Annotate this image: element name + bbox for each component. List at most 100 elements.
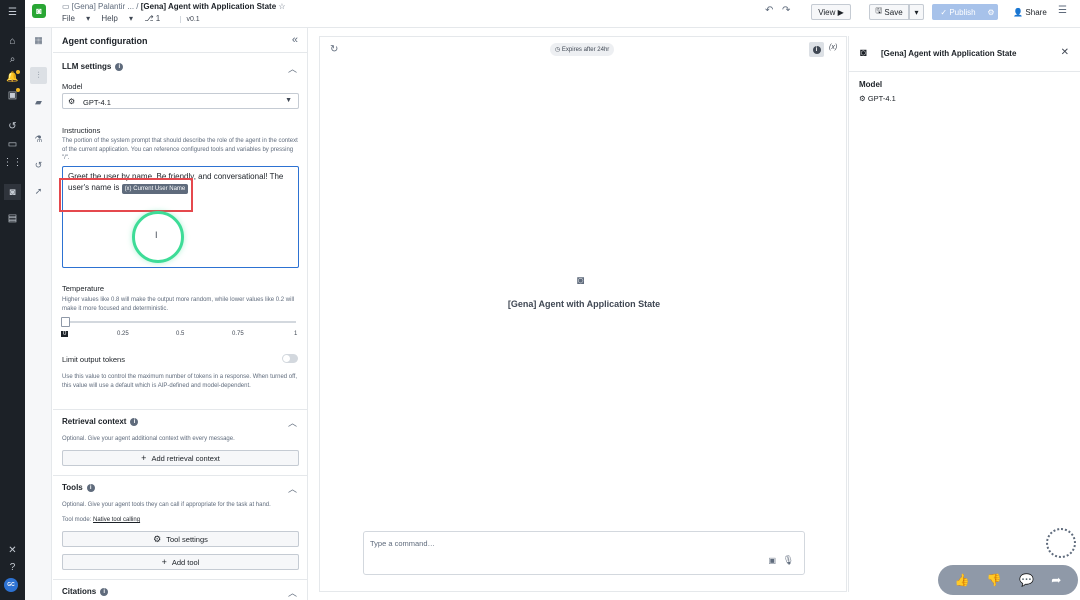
deploy-icon[interactable]: ➚ <box>30 183 47 200</box>
version-label: v0.1 <box>180 16 200 23</box>
robot-icon: ◙ <box>577 273 585 287</box>
notifications-icon[interactable]: 🔔 <box>4 69 21 85</box>
section-divider <box>53 579 307 580</box>
grid-icon[interactable]: ⋮⋮ <box>3 154 23 170</box>
temperature-tick: 1 <box>294 331 298 337</box>
configuration-icon[interactable]: ⫶ <box>30 67 47 84</box>
publish-label: Publish <box>949 7 976 17</box>
tools-title: Tools <box>62 483 83 492</box>
command-input[interactable]: Type a command… ▣ 🎙 <box>363 531 805 575</box>
menu-file[interactable]: File ▾ <box>62 14 90 23</box>
info-icon[interactable]: i <box>100 587 109 596</box>
editor-tool-rail: ▦ ⫶ ▰ ⚗ ↺ ➚ <box>25 28 52 600</box>
save-button[interactable]: 🖫 Save <box>869 4 909 20</box>
tool-mode-prefix: Tool mode: <box>62 517 92 523</box>
apps-icon[interactable]: ▣ <box>4 87 21 103</box>
plus-icon: + <box>161 557 167 567</box>
citations-header[interactable]: Citations i <box>62 587 109 596</box>
limit-tokens-label: Limit output tokens <box>62 355 125 364</box>
plus-icon: + <box>141 453 147 463</box>
tool-mode-value[interactable]: Native tool calling <box>93 517 140 523</box>
overview-icon[interactable]: ▦ <box>30 32 47 49</box>
star-icon[interactable]: ☆ <box>278 2 285 11</box>
highlight-annotation <box>59 178 193 212</box>
home-icon[interactable]: ⌂ <box>4 33 21 49</box>
variables-button[interactable]: (x) <box>829 44 837 51</box>
menu-help[interactable]: Help ▾ <box>101 14 133 23</box>
chevron-up-icon[interactable]: ︿ <box>288 416 297 429</box>
chevron-up-icon[interactable]: ︿ <box>288 62 297 75</box>
tool-mode: Tool mode: Native tool calling <box>62 516 302 525</box>
history-icon[interactable]: ↺ <box>30 157 47 174</box>
document-title[interactable]: [Gena] Agent with Application State <box>141 2 276 11</box>
collapse-panel-icon[interactable]: « <box>292 34 298 46</box>
llm-settings-title: LLM settings <box>62 62 112 71</box>
session-expiry-badge: ◷ Expires after 24hr <box>550 43 615 56</box>
apps-dot <box>16 88 20 92</box>
chevron-up-icon[interactable]: ︿ <box>288 586 297 599</box>
evals-icon[interactable]: ⚗ <box>30 131 47 148</box>
temperature-tick: 0 <box>61 331 69 337</box>
comment-icon[interactable]: 💬 <box>1019 573 1034 587</box>
publish-settings-button[interactable]: ⚙ <box>984 4 998 20</box>
help-icon[interactable]: ? <box>4 559 21 575</box>
image-icon[interactable]: ▣ <box>768 556 776 565</box>
info-model-label: Model <box>859 80 883 89</box>
refresh-icon[interactable]: ↻ <box>330 44 338 55</box>
history-icon[interactable]: ↺ <box>4 118 21 134</box>
save-options-button[interactable]: ▾ <box>909 4 924 20</box>
share-label: Share <box>1025 7 1047 17</box>
agent-name: [Gena] Agent with Application State <box>507 299 661 309</box>
breadcrumb: ▭ [Gena] Palantir ... / [Gena] Agent wit… <box>62 2 286 11</box>
info-panel-title: [Gena] Agent with Application State <box>881 49 1017 58</box>
agent-studio-icon[interactable]: ◙ <box>4 184 21 200</box>
menu-icon[interactable]: ☰ <box>4 4 21 20</box>
list-icon[interactable]: ☰ <box>1058 5 1067 16</box>
palantir-icon[interactable]: ✕ <box>4 542 21 558</box>
info-icon[interactable]: i <box>130 417 139 426</box>
config-title: Agent configuration <box>62 36 148 46</box>
view-label: View <box>818 7 836 17</box>
chat-icon[interactable]: ▰ <box>30 94 47 111</box>
folder-icon[interactable]: ▭ <box>4 136 21 152</box>
tools-header[interactable]: Tools i <box>62 483 95 492</box>
projects-icon[interactable]: ▤ <box>4 210 21 226</box>
notification-dot <box>16 70 20 74</box>
menu-bar: File ▾ Help ▾ ⎇ 1 v0.1 <box>62 14 209 23</box>
limit-tokens-toggle[interactable] <box>282 354 298 363</box>
info-icon: i <box>812 45 821 54</box>
search-icon[interactable]: ⌕ <box>4 51 21 67</box>
temperature-slider-track[interactable] <box>65 321 296 323</box>
breadcrumb-folder[interactable]: [Gena] Palantir ... <box>72 2 134 11</box>
tool-settings-button[interactable]: ⚙ Tool settings <box>62 531 299 547</box>
info-icon[interactable]: i <box>86 483 95 492</box>
agent-app-logo: ◙ <box>32 4 46 18</box>
add-retrieval-context-button[interactable]: + Add retrieval context <box>62 450 299 466</box>
chevron-up-icon[interactable]: ︿ <box>288 482 297 495</box>
info-icon[interactable]: i <box>115 62 124 71</box>
publish-button[interactable]: ✓ Publish <box>932 4 984 20</box>
thumbs-up-icon[interactable]: 👍 <box>955 573 970 587</box>
info-button[interactable]: i <box>809 42 824 57</box>
check-icon: ✓ <box>940 7 948 17</box>
expires-label: Expires after 24hr <box>561 46 610 53</box>
microphone-icon[interactable]: 🎙 <box>783 555 794 566</box>
llm-settings-header[interactable]: LLM settings i <box>62 62 124 71</box>
model-select-value: GPT-4.1 <box>83 98 111 107</box>
share-arrow-icon[interactable]: ➦ <box>1051 573 1061 587</box>
add-tool-button[interactable]: + Add tool <box>62 554 299 570</box>
thumbs-down-icon[interactable]: 👎 <box>987 573 1002 587</box>
model-select[interactable]: ⚙ GPT-4.1 ▼ <box>62 93 299 109</box>
temperature-slider-handle[interactable] <box>61 317 70 327</box>
undo-icon[interactable]: ↶ <box>765 5 773 16</box>
clock-icon: ◷ <box>555 47 561 53</box>
close-icon[interactable]: ✕ <box>1061 47 1069 58</box>
branch-indicator[interactable]: ⎇ 1 <box>144 14 169 23</box>
retrieval-header[interactable]: Retrieval context i <box>62 417 139 426</box>
redo-icon[interactable]: ↷ <box>782 5 790 16</box>
share-button[interactable]: 👤 Share <box>1010 4 1050 20</box>
instructions-label: Instructions <box>62 126 101 135</box>
user-avatar[interactable]: GC <box>4 578 18 592</box>
view-button[interactable]: View ▶ <box>811 4 851 20</box>
chat-preview-canvas: ↻ ◷ Expires after 24hr i (x) ◙ [Gena] Ag… <box>319 36 847 592</box>
